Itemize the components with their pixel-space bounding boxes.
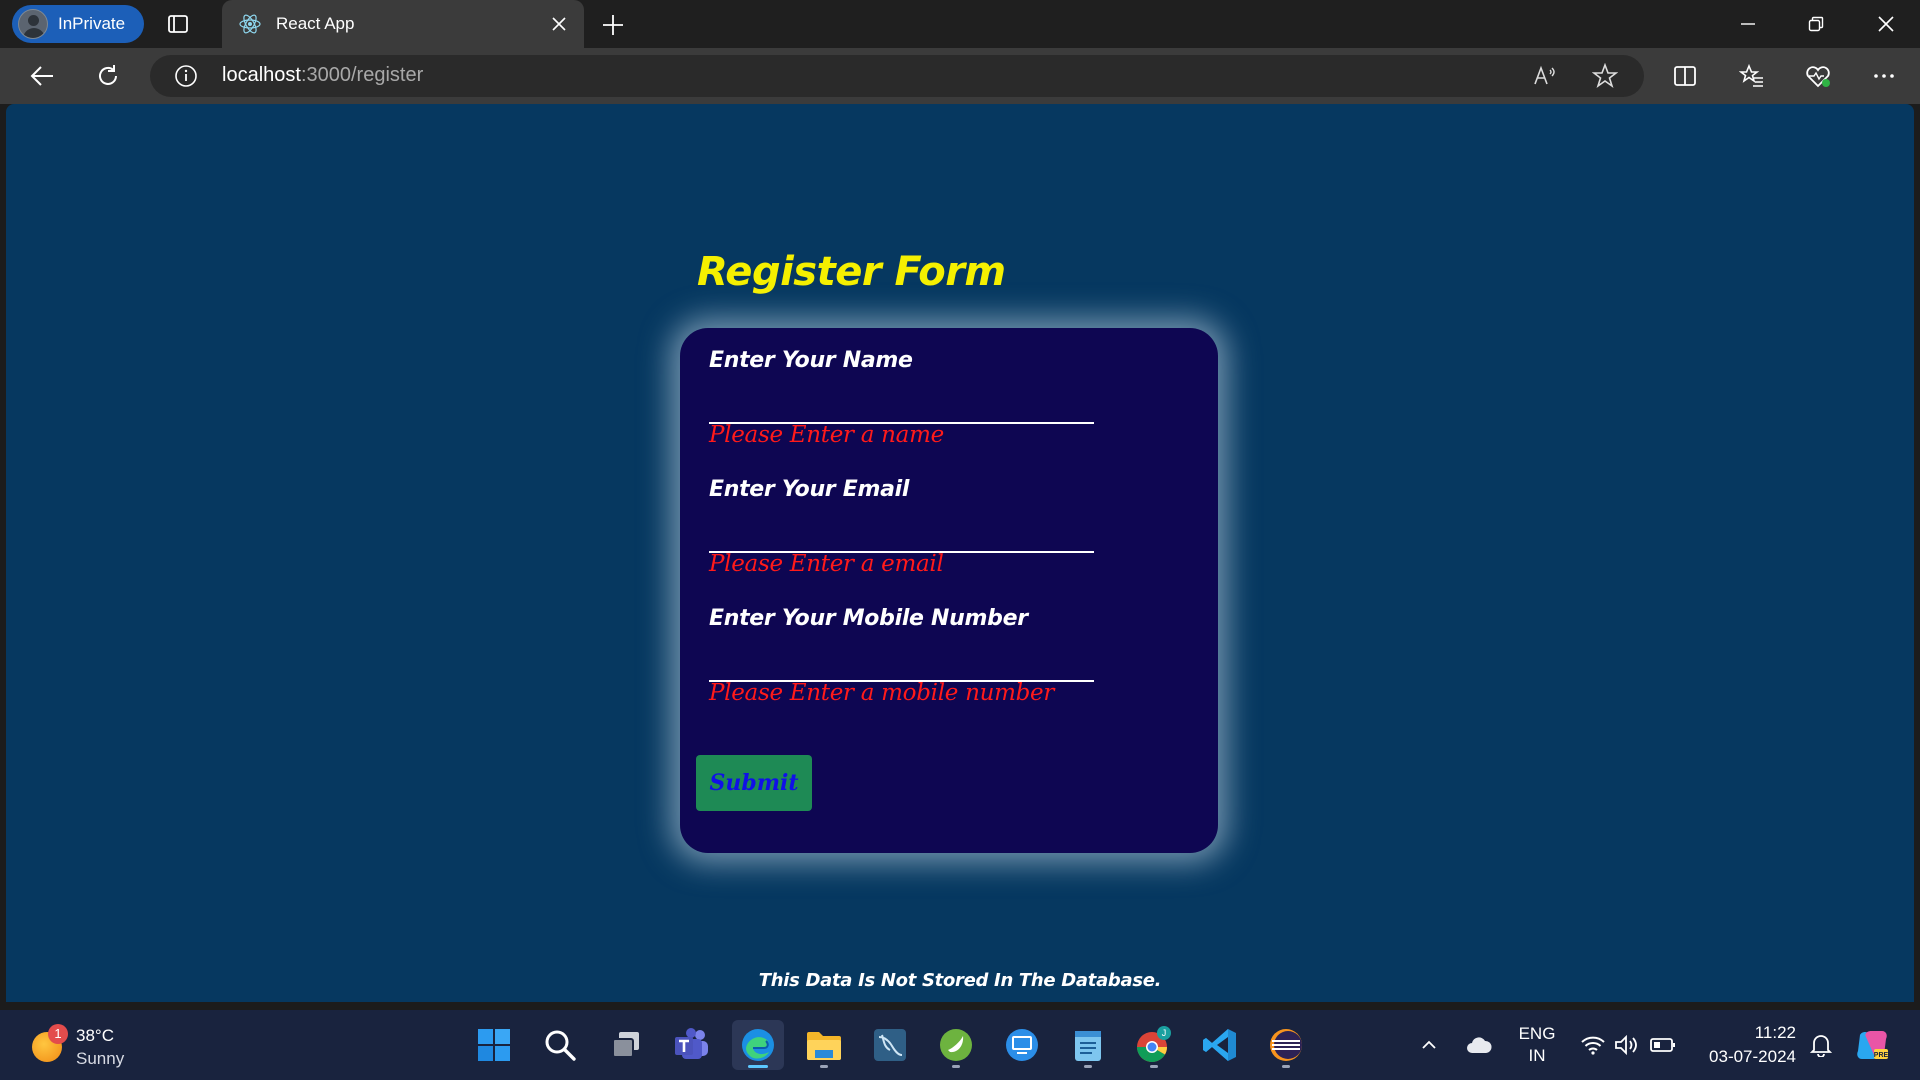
email-label: Enter Your Email	[709, 477, 910, 502]
teams-icon[interactable]	[666, 1020, 718, 1070]
name-error: Please Enter a name	[709, 422, 944, 448]
notification-bell-icon[interactable]	[1806, 1010, 1836, 1080]
language-indicator[interactable]: ENG IN	[1510, 1010, 1564, 1080]
language-line1: ENG	[1518, 1024, 1556, 1043]
eclipse-icon[interactable]	[1260, 1020, 1312, 1070]
file-explorer-icon[interactable]	[798, 1020, 850, 1070]
search-icon[interactable]	[534, 1020, 586, 1070]
inprivate-label: InPrivate	[58, 14, 126, 33]
show-hidden-icons-chevron-icon[interactable]	[1414, 1010, 1444, 1080]
tab-close-icon[interactable]	[544, 9, 574, 39]
copilot-icon[interactable]: PRE	[1852, 1010, 1892, 1080]
page-title: Register Form	[697, 249, 1006, 295]
url-path: :3000/register	[300, 64, 424, 86]
weather-badge: 1	[48, 1024, 68, 1044]
restore-icon[interactable]	[1782, 0, 1850, 48]
spring-tool-icon[interactable]	[930, 1020, 982, 1070]
url-text[interactable]: localhost:3000/register	[222, 64, 423, 87]
react-logo-icon	[238, 12, 262, 36]
read-aloud-icon[interactable]	[1532, 63, 1558, 89]
refresh-icon[interactable]	[90, 58, 126, 94]
favorite-star-icon[interactable]	[1592, 63, 1618, 89]
mobile-label: Enter Your Mobile Number	[709, 606, 1028, 631]
favorites-icon[interactable]	[1734, 58, 1770, 94]
profile-avatar-icon	[18, 9, 48, 39]
name-input[interactable]	[709, 384, 1094, 424]
footer-note: This Data Is Not Stored In The Database.	[758, 970, 1162, 991]
wifi-icon[interactable]	[1578, 1010, 1608, 1080]
close-window-icon[interactable]	[1852, 0, 1920, 48]
address-bar[interactable]: localhost:3000/register	[150, 55, 1644, 97]
site-info-icon[interactable]	[174, 64, 198, 88]
remote-desktop-icon[interactable]	[996, 1020, 1048, 1070]
weather-widget[interactable]: 1 38°C Sunny	[28, 1020, 158, 1070]
running-indicator	[820, 1065, 828, 1068]
minimize-icon[interactable]	[1714, 0, 1782, 48]
language-line2: IN	[1528, 1046, 1546, 1065]
browser-essentials-icon[interactable]	[1800, 58, 1836, 94]
clock-date: 03-07-2024	[1709, 1047, 1796, 1066]
notepad-icon[interactable]	[1062, 1020, 1114, 1070]
back-icon[interactable]	[24, 58, 60, 94]
name-label: Enter Your Name	[709, 348, 913, 373]
running-indicator	[1282, 1065, 1290, 1068]
mobile-error: Please Enter a mobile number	[709, 680, 1055, 706]
mysql-workbench-icon[interactable]	[864, 1020, 916, 1070]
submit-button[interactable]: Submit	[696, 755, 812, 811]
running-indicator	[1150, 1065, 1158, 1068]
page-viewport: Register Form Enter Your Name Please Ent…	[6, 104, 1914, 1002]
new-tab-icon[interactable]	[598, 10, 628, 40]
start-icon[interactable]	[468, 1020, 520, 1070]
tab-title: React App	[276, 14, 355, 33]
active-indicator	[748, 1065, 768, 1068]
tab-actions-icon[interactable]	[166, 12, 190, 36]
split-screen-icon[interactable]	[1667, 58, 1703, 94]
running-indicator	[952, 1065, 960, 1068]
email-input[interactable]	[709, 513, 1094, 553]
svg-text:PRE: PRE	[1874, 1052, 1889, 1059]
mobile-input[interactable]	[709, 642, 1094, 682]
system-clock[interactable]: 11:22 03-07-2024	[1690, 1021, 1796, 1069]
weather-condition: Sunny	[76, 1049, 125, 1068]
tab-react-app[interactable]: React App	[222, 0, 584, 48]
chrome-icon[interactable]: J	[1128, 1020, 1180, 1070]
volume-icon[interactable]	[1612, 1010, 1642, 1080]
browser-tab-bar: InPrivate React App	[0, 0, 1920, 48]
weather-temp: 38°C	[76, 1026, 114, 1045]
more-options-icon[interactable]	[1866, 58, 1902, 94]
address-toolbar: localhost:3000/register	[0, 48, 1920, 104]
svg-text:J: J	[1162, 1028, 1167, 1038]
inprivate-profile-button[interactable]: InPrivate	[12, 5, 144, 43]
vscode-icon[interactable]	[1194, 1020, 1246, 1070]
url-host: localhost	[222, 64, 301, 86]
email-error: Please Enter a email	[709, 551, 944, 577]
running-indicator	[1084, 1065, 1092, 1068]
taskbar: 1 38°C Sunny J ENG IN 11:22 03-07-2024 P…	[0, 1010, 1920, 1080]
register-form: Enter Your Name Please Enter a name Ente…	[680, 328, 1218, 853]
clock-time: 11:22	[1754, 1023, 1796, 1042]
battery-icon[interactable]	[1648, 1010, 1678, 1080]
edge-icon[interactable]	[732, 1020, 784, 1070]
task-view-icon[interactable]	[600, 1020, 652, 1070]
onedrive-cloud-icon[interactable]	[1462, 1010, 1496, 1080]
